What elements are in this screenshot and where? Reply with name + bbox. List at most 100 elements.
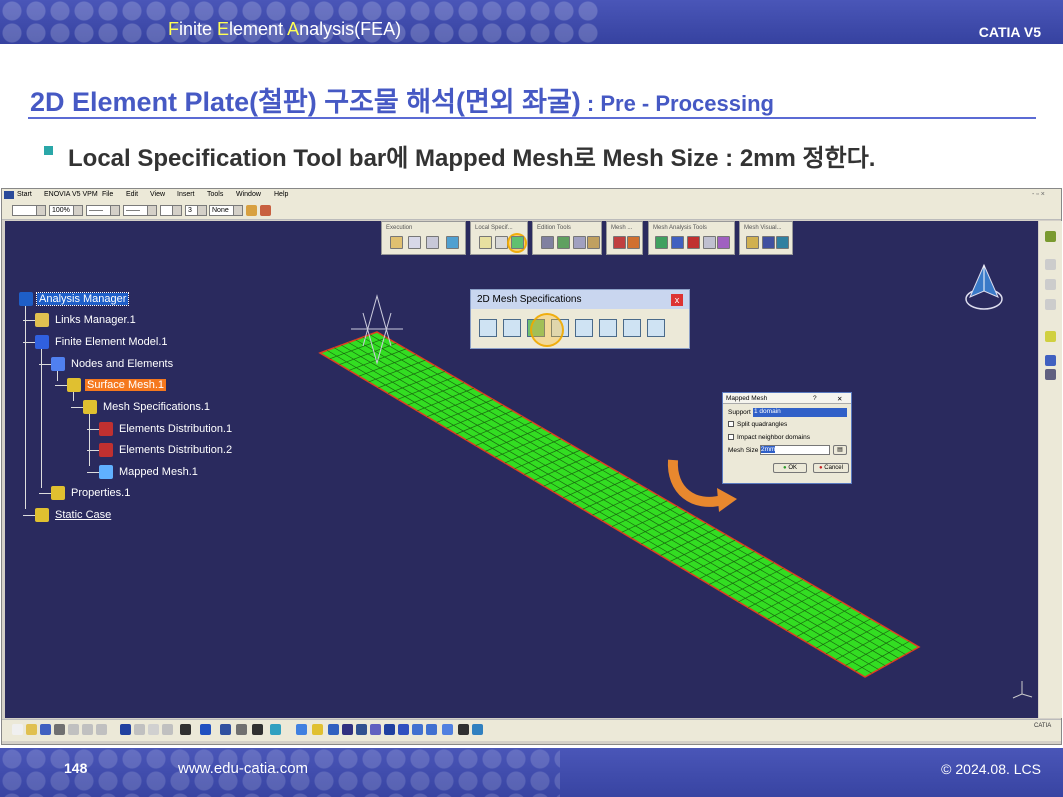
tri-icon[interactable] bbox=[599, 319, 617, 337]
view-icon[interactable] bbox=[1045, 279, 1056, 290]
viewport[interactable]: Analysis Manager Links Manager.1 Finite El… bbox=[5, 221, 1038, 718]
toolbar-button[interactable] bbox=[54, 724, 65, 735]
beam-icon[interactable] bbox=[623, 319, 641, 337]
toolbar-button[interactable] bbox=[442, 724, 453, 735]
toolbar-button[interactable] bbox=[40, 724, 51, 735]
sync-icon[interactable] bbox=[1045, 355, 1056, 366]
compass-icon[interactable] bbox=[962, 261, 1006, 313]
toolbar-button[interactable] bbox=[342, 724, 353, 735]
toolbar-button[interactable] bbox=[356, 724, 367, 735]
menu-enovia[interactable]: ENOVIA V5 VPM bbox=[44, 191, 98, 198]
apply-icon[interactable] bbox=[1045, 231, 1056, 242]
tree-node[interactable]: Links Manager.1 bbox=[53, 314, 138, 326]
view-icon[interactable] bbox=[1045, 259, 1056, 270]
menu-tools[interactable]: Tools bbox=[207, 191, 223, 198]
toolbar-button[interactable] bbox=[68, 724, 79, 735]
tree-node[interactable]: Analysis Manager bbox=[35, 292, 130, 306]
toolbar-button[interactable] bbox=[472, 724, 483, 735]
mesh-size-input[interactable]: 2mm bbox=[760, 445, 830, 455]
shading-icon[interactable] bbox=[776, 236, 789, 249]
transparency-combo[interactable]: 100% bbox=[49, 205, 83, 216]
free-mesh-icon[interactable] bbox=[503, 319, 521, 337]
impact-neighbor-checkbox[interactable] bbox=[728, 434, 734, 440]
report-icon[interactable] bbox=[426, 236, 439, 249]
compute-icon[interactable] bbox=[390, 236, 403, 249]
toolbar-button[interactable] bbox=[82, 724, 93, 735]
split-quadrangles-checkbox[interactable] bbox=[728, 421, 734, 427]
duplicate-icon[interactable] bbox=[703, 236, 716, 249]
menu-view[interactable]: View bbox=[150, 191, 165, 198]
select-icon[interactable] bbox=[1045, 331, 1056, 342]
toolbar-button[interactable] bbox=[398, 724, 409, 735]
format-painter-icon[interactable] bbox=[246, 205, 257, 216]
generate-icon[interactable] bbox=[446, 236, 459, 249]
close-button[interactable]: x bbox=[671, 294, 683, 306]
toolbar-button[interactable] bbox=[220, 724, 231, 735]
toolbar-button[interactable] bbox=[162, 724, 173, 735]
split-icon[interactable] bbox=[557, 236, 570, 249]
menu-edit[interactable]: Edit bbox=[126, 191, 138, 198]
tree-node[interactable]: Nodes and Elements bbox=[69, 358, 175, 370]
ruler-icon[interactable]: ▤ bbox=[833, 445, 847, 455]
quality-icon[interactable] bbox=[655, 236, 668, 249]
tree-node[interactable]: Static Case bbox=[53, 509, 113, 521]
menu-insert[interactable]: Insert bbox=[177, 191, 195, 198]
toolbar-button[interactable] bbox=[134, 724, 145, 735]
toolbar-button[interactable] bbox=[26, 724, 37, 735]
brush-icon[interactable] bbox=[260, 205, 271, 216]
toolbar-button[interactable] bbox=[328, 724, 339, 735]
toolbar-button[interactable] bbox=[96, 724, 107, 735]
layer-combo[interactable]: None bbox=[209, 205, 243, 216]
color-combo[interactable] bbox=[12, 205, 46, 216]
tree-node[interactable]: Surface Mesh.1 bbox=[85, 379, 167, 391]
toolbar-button[interactable] bbox=[270, 724, 281, 735]
toolbar-button[interactable] bbox=[426, 724, 437, 735]
toolbar-button[interactable] bbox=[458, 724, 469, 735]
tree-node[interactable]: Elements Distribution.2 bbox=[117, 444, 234, 456]
visual-icon[interactable] bbox=[762, 236, 775, 249]
results-icon[interactable] bbox=[408, 236, 421, 249]
linewidth-combo[interactable]: —— bbox=[86, 205, 120, 216]
dialog-close-button[interactable]: ✕ bbox=[837, 395, 842, 403]
point-combo[interactable] bbox=[160, 205, 182, 216]
boundary-icon[interactable] bbox=[575, 319, 593, 337]
layer-number-combo[interactable]: 3 bbox=[185, 205, 207, 216]
view-icon[interactable] bbox=[1045, 299, 1056, 310]
menu-window[interactable]: Window bbox=[236, 191, 261, 198]
tree-node[interactable]: Elements Distribution.1 bbox=[117, 423, 234, 435]
menu-start[interactable]: Start bbox=[17, 191, 32, 198]
quad-mesh-icon[interactable] bbox=[479, 319, 497, 337]
website-link[interactable]: www.edu-catia.com bbox=[178, 760, 308, 777]
toolbar-button[interactable] bbox=[296, 724, 307, 735]
tree-node[interactable]: Finite Element Model.1 bbox=[53, 336, 170, 348]
toolbar-button[interactable] bbox=[312, 724, 323, 735]
tree-node[interactable]: Mapped Mesh.1 bbox=[117, 466, 200, 478]
ok-button[interactable]: ● OK bbox=[773, 463, 807, 473]
toolbar-button[interactable] bbox=[236, 724, 247, 735]
pencil-icon[interactable] bbox=[479, 236, 492, 249]
mapped-mesh-toolbar-icon[interactable] bbox=[511, 236, 524, 249]
mesh-update-icon[interactable] bbox=[627, 236, 640, 249]
tree-node[interactable]: Properties.1 bbox=[69, 487, 132, 499]
toolbar-button[interactable] bbox=[252, 724, 263, 735]
toolbar-button[interactable] bbox=[412, 724, 423, 735]
help-button[interactable]: ? bbox=[813, 395, 817, 402]
cancel-button[interactable]: ● Cancel bbox=[813, 463, 849, 473]
beam2-icon[interactable] bbox=[647, 319, 665, 337]
check-icon[interactable] bbox=[717, 236, 730, 249]
shrink-icon[interactable] bbox=[746, 236, 759, 249]
clean-icon[interactable] bbox=[587, 236, 600, 249]
edit-mesh-icon[interactable] bbox=[541, 236, 554, 249]
print-icon[interactable] bbox=[1045, 369, 1056, 380]
condense-icon[interactable] bbox=[573, 236, 586, 249]
intersection-icon[interactable] bbox=[687, 236, 700, 249]
toolbar-button[interactable] bbox=[148, 724, 159, 735]
menu-help[interactable]: Help bbox=[274, 191, 288, 198]
toolbar-button[interactable] bbox=[370, 724, 381, 735]
free-edge-icon[interactable] bbox=[671, 236, 684, 249]
window-controls[interactable]: - ▫ × bbox=[1032, 191, 1045, 198]
menu-file[interactable]: File bbox=[102, 191, 113, 198]
toolbar-button[interactable] bbox=[200, 724, 211, 735]
toolbar-button[interactable] bbox=[384, 724, 395, 735]
toolbar-button[interactable] bbox=[120, 724, 131, 735]
